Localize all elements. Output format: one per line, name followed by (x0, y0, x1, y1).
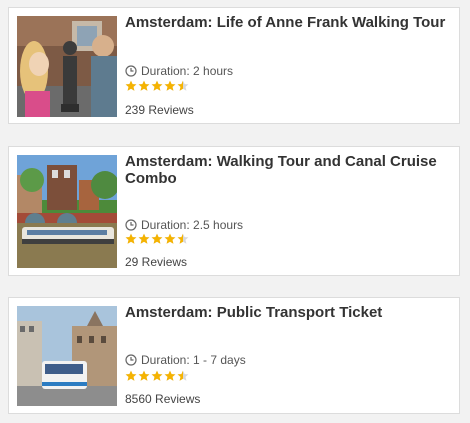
duration-text: Duration: 2 hours (141, 64, 234, 78)
clock-icon (125, 354, 137, 366)
clock-icon (125, 65, 137, 77)
tour-card[interactable]: Amsterdam: Walking Tour and Canal Cruise… (8, 146, 460, 276)
duration-text: Duration: 1 - 7 days (141, 353, 246, 367)
star-half-icon (177, 80, 189, 91)
star-full-icon (125, 233, 137, 244)
tour-info: Amsterdam: Walking Tour and Canal Cruise… (125, 153, 449, 187)
star-full-icon (138, 233, 150, 244)
star-full-icon (138, 80, 150, 91)
clock-icon (125, 219, 137, 231)
duration-row: Duration: 2 hours (125, 64, 233, 78)
duration-row: Duration: 1 - 7 days (125, 353, 246, 367)
review-count: 8560 Reviews (125, 392, 201, 406)
tour-title[interactable]: Amsterdam: Walking Tour and Canal Cruise… (125, 153, 449, 187)
star-full-icon (151, 80, 163, 91)
star-half-icon (177, 233, 189, 244)
star-half-icon (177, 370, 189, 381)
tour-image-canal-cruise[interactable] (17, 155, 117, 268)
tour-card[interactable]: Amsterdam: Public Transport Ticket Durat… (8, 297, 460, 414)
tour-card[interactable]: Amsterdam: Life of Anne Frank Walking To… (8, 7, 460, 124)
star-full-icon (125, 370, 137, 381)
tour-info: Amsterdam: Public Transport Ticket (125, 304, 449, 321)
review-count: 29 Reviews (125, 255, 188, 269)
tour-info: Amsterdam: Life of Anne Frank Walking To… (125, 14, 449, 31)
star-full-icon (164, 80, 176, 91)
tour-title[interactable]: Amsterdam: Life of Anne Frank Walking To… (125, 14, 449, 31)
duration-row: Duration: 2.5 hours (125, 218, 243, 232)
review-count: 239 Reviews (125, 103, 194, 117)
tour-list: Amsterdam: Life of Anne Frank Walking To… (0, 0, 470, 423)
rating-stars (125, 370, 189, 382)
tour-image-public-transport[interactable] (17, 306, 117, 406)
star-full-icon (138, 370, 150, 381)
star-full-icon (125, 80, 137, 91)
star-full-icon (151, 233, 163, 244)
duration-text: Duration: 2.5 hours (141, 218, 244, 232)
star-full-icon (164, 233, 176, 244)
rating-stars (125, 80, 189, 92)
star-full-icon (151, 370, 163, 381)
tour-title[interactable]: Amsterdam: Public Transport Ticket (125, 304, 449, 321)
star-full-icon (164, 370, 176, 381)
tour-image-anne-frank[interactable] (17, 16, 117, 117)
rating-stars (125, 233, 189, 245)
